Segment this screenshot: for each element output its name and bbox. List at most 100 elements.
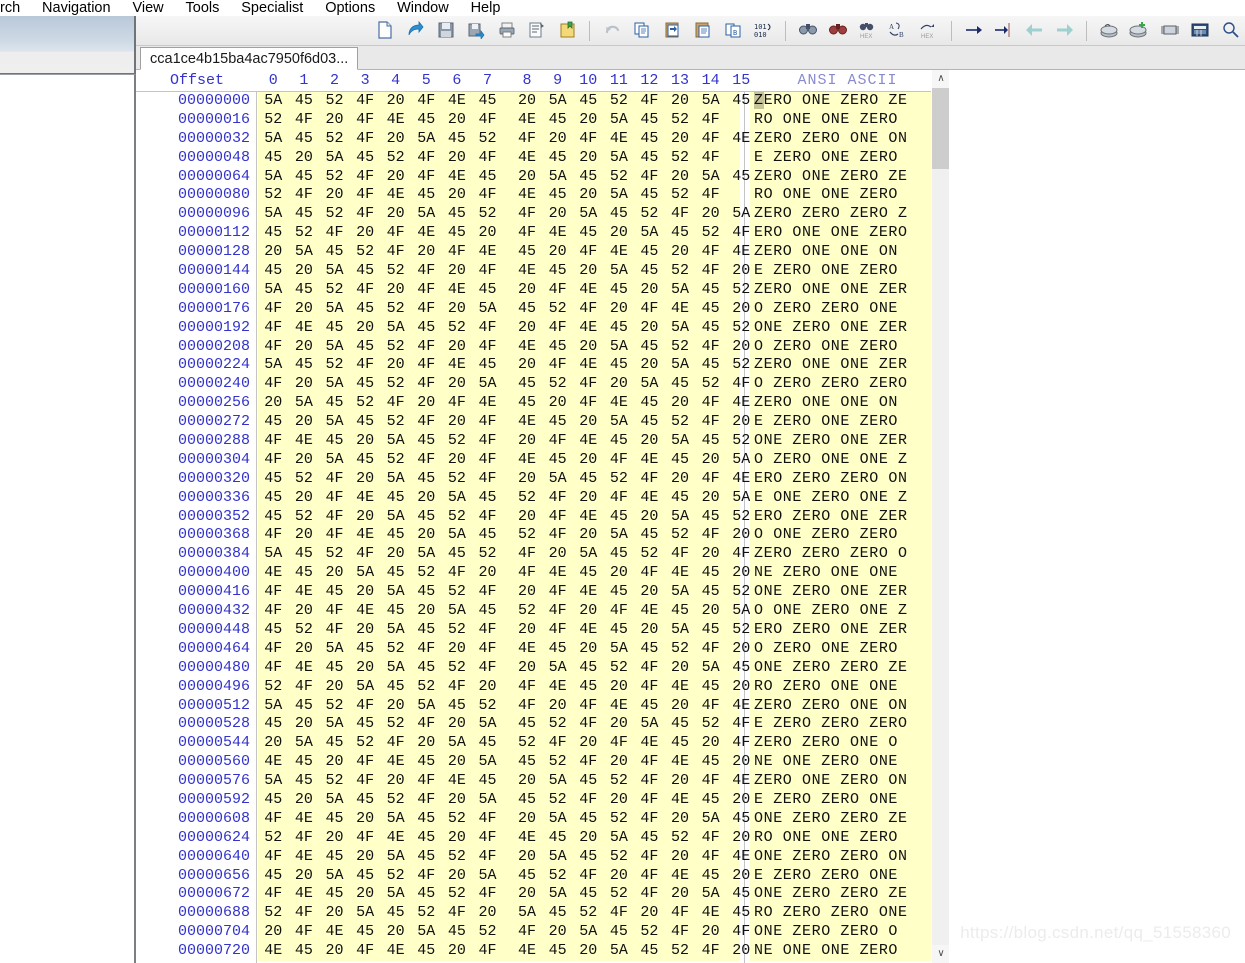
hex-byte[interactable]: 20 bbox=[289, 526, 320, 545]
hex-byte[interactable]: 20 bbox=[665, 130, 696, 149]
hex-byte[interactable]: 4F bbox=[258, 526, 289, 545]
hex-byte[interactable]: 4F bbox=[573, 130, 604, 149]
hex-byte[interactable]: 20 bbox=[289, 602, 320, 621]
hex-byte[interactable]: 45 bbox=[512, 715, 543, 734]
hex-byte[interactable]: 4E bbox=[472, 243, 503, 262]
row-hex-bytes[interactable]: 45 20 5A 45 52 4F 20 5A 45 52 4F 20 5A 45 52 4F bbox=[258, 715, 750, 735]
hex-byte[interactable]: 4F bbox=[665, 923, 696, 942]
hex-byte[interactable]: 45 bbox=[604, 508, 635, 527]
hex-byte[interactable]: 45 bbox=[604, 319, 635, 338]
hex-byte[interactable]: 5A bbox=[319, 791, 350, 810]
hex-byte[interactable]: 4E bbox=[289, 319, 320, 338]
paste-clipboard-icon[interactable] bbox=[690, 18, 716, 44]
row-hex-bytes[interactable]: 20 4F 4E 45 20 5A 45 52 4F 20 5A 45 52 4F 20 4F bbox=[258, 923, 750, 943]
hex-byte[interactable]: 4E bbox=[512, 640, 543, 659]
hex-byte[interactable]: 20 bbox=[604, 791, 635, 810]
hex-byte[interactable]: 4F bbox=[472, 508, 503, 527]
hex-byte[interactable]: 5A bbox=[319, 375, 350, 394]
hex-byte[interactable]: 45 bbox=[542, 451, 573, 470]
hex-byte[interactable]: 45 bbox=[573, 848, 604, 867]
hex-byte[interactable]: 4E bbox=[289, 432, 320, 451]
hex-byte[interactable]: 5A bbox=[380, 319, 411, 338]
hex-byte[interactable]: 45 bbox=[573, 168, 604, 187]
row-ascii[interactable]: ERO ZERO ONE ZER bbox=[750, 620, 931, 640]
hex-byte[interactable]: 52 bbox=[319, 92, 350, 111]
row-hex-bytes[interactable]: 20 5A 45 52 4F 20 4F 4E 45 20 4F 4E 45 20 4F 4E bbox=[258, 243, 750, 263]
row-ascii[interactable]: NE ZERO ONE ONE bbox=[750, 564, 931, 584]
open-disk-plus-icon[interactable] bbox=[1126, 18, 1152, 44]
hex-byte[interactable]: 20 bbox=[512, 659, 543, 678]
row-ascii[interactable]: E ZERO ZERO ZERO bbox=[750, 715, 931, 735]
hex-byte[interactable]: 4F bbox=[442, 243, 473, 262]
hex-byte[interactable]: 45 bbox=[512, 753, 543, 772]
hex-byte[interactable]: 20 bbox=[695, 545, 726, 564]
hex-byte[interactable]: 52 bbox=[542, 753, 573, 772]
hex-byte[interactable]: 45 bbox=[634, 413, 665, 432]
hex-byte[interactable]: 5A bbox=[604, 829, 635, 848]
hex-byte[interactable]: 20 bbox=[350, 508, 381, 527]
hex-byte[interactable]: 20 bbox=[604, 753, 635, 772]
hex-byte[interactable]: 4F bbox=[442, 678, 473, 697]
hex-byte[interactable]: 45 bbox=[289, 281, 320, 300]
hex-byte[interactable]: 4F bbox=[695, 772, 726, 791]
hex-byte[interactable]: 45 bbox=[604, 205, 635, 224]
hex-byte[interactable]: 52 bbox=[665, 186, 696, 205]
hex-byte[interactable]: 4F bbox=[258, 432, 289, 451]
hex-byte[interactable]: 20 bbox=[604, 375, 635, 394]
hex-byte[interactable]: 5A bbox=[542, 810, 573, 829]
replace-hex-icon[interactable]: HEX bbox=[856, 18, 882, 44]
hex-byte[interactable]: 52 bbox=[289, 508, 320, 527]
row-ascii[interactable]: O ZERO ONE ZERO bbox=[750, 337, 931, 357]
hex-byte[interactable]: 4E bbox=[258, 564, 289, 583]
row-hex-bytes[interactable]: 20 5A 45 52 4F 20 4F 4E 45 20 4F 4E 45 20 4F 4E bbox=[258, 394, 750, 414]
new-file-icon[interactable] bbox=[372, 18, 398, 44]
hex-byte[interactable]: 52 bbox=[442, 659, 473, 678]
row-hex-bytes[interactable]: 4E 45 20 4F 4E 45 20 5A 45 52 4F 20 4F 4E 45 20 bbox=[258, 753, 750, 773]
hex-byte[interactable]: 5A bbox=[542, 168, 573, 187]
hex-byte[interactable]: 4F bbox=[573, 394, 604, 413]
hex-byte[interactable]: 52 bbox=[542, 867, 573, 886]
hex-byte[interactable]: 5A bbox=[665, 508, 696, 527]
hex-byte[interactable]: 45 bbox=[695, 753, 726, 772]
hex-byte[interactable]: 20 bbox=[542, 130, 573, 149]
hex-byte[interactable]: 4F bbox=[472, 659, 503, 678]
hex-byte[interactable]: 45 bbox=[665, 602, 696, 621]
hex-byte[interactable]: 45 bbox=[604, 923, 635, 942]
row-ascii[interactable]: ONE ZERO ONE ZER bbox=[750, 432, 931, 451]
hex-byte[interactable]: 4F bbox=[411, 168, 442, 187]
hex-byte[interactable]: 20 bbox=[512, 92, 543, 111]
hex-byte[interactable]: 52 bbox=[665, 829, 696, 848]
row-ascii[interactable]: ZERO ONE ZERO ZE bbox=[750, 167, 931, 187]
row-ascii[interactable]: E ZERO ONE ZERO bbox=[750, 148, 931, 168]
hex-byte[interactable]: 4F bbox=[258, 319, 289, 338]
hex-byte[interactable]: 20 bbox=[380, 772, 411, 791]
row-ascii[interactable]: E ZERO ONE ZERO bbox=[750, 262, 931, 281]
hex-byte[interactable]: 4F bbox=[695, 413, 726, 432]
hex-byte[interactable]: 4E bbox=[573, 621, 604, 640]
hex-byte[interactable]: 20 bbox=[512, 508, 543, 527]
hex-byte[interactable]: 4F bbox=[411, 715, 442, 734]
hex-byte[interactable]: 4F bbox=[472, 432, 503, 451]
hex-byte[interactable]: 20 bbox=[665, 243, 696, 262]
hex-byte[interactable]: 20 bbox=[289, 262, 320, 281]
hex-byte[interactable]: 20 bbox=[665, 92, 696, 111]
hex-byte[interactable]: 45 bbox=[542, 338, 573, 357]
hex-byte[interactable]: 45 bbox=[411, 942, 442, 961]
hex-byte[interactable]: 4F bbox=[472, 262, 503, 281]
hex-byte[interactable]: 4F bbox=[604, 489, 635, 508]
hex-byte[interactable]: 20 bbox=[695, 923, 726, 942]
row-hex-bytes[interactable]: 45 20 4F 4E 45 20 5A 45 52 4F 20 4F 4E 45 20 5A bbox=[258, 488, 750, 508]
row-ascii[interactable]: ONE ZERO ZERO ZE bbox=[750, 885, 931, 905]
row-hex-bytes[interactable]: 45 20 5A 45 52 4F 20 4F 4E 45 20 5A 45 52 4F bbox=[258, 148, 740, 168]
hex-byte[interactable]: 5A bbox=[604, 149, 635, 168]
hex-byte[interactable]: 5A bbox=[665, 281, 696, 300]
vertical-scrollbar[interactable]: ∧ ∨ bbox=[931, 70, 950, 963]
hex-byte[interactable]: 20 bbox=[258, 394, 289, 413]
hex-byte[interactable]: 5A bbox=[442, 489, 473, 508]
hex-byte[interactable]: 4F bbox=[634, 867, 665, 886]
hex-byte[interactable]: 5A bbox=[665, 319, 696, 338]
hex-byte[interactable]: 45 bbox=[542, 111, 573, 130]
hex-byte[interactable]: 5A bbox=[411, 205, 442, 224]
hex-byte[interactable]: 4F bbox=[472, 186, 503, 205]
hex-byte[interactable]: 5A bbox=[319, 715, 350, 734]
